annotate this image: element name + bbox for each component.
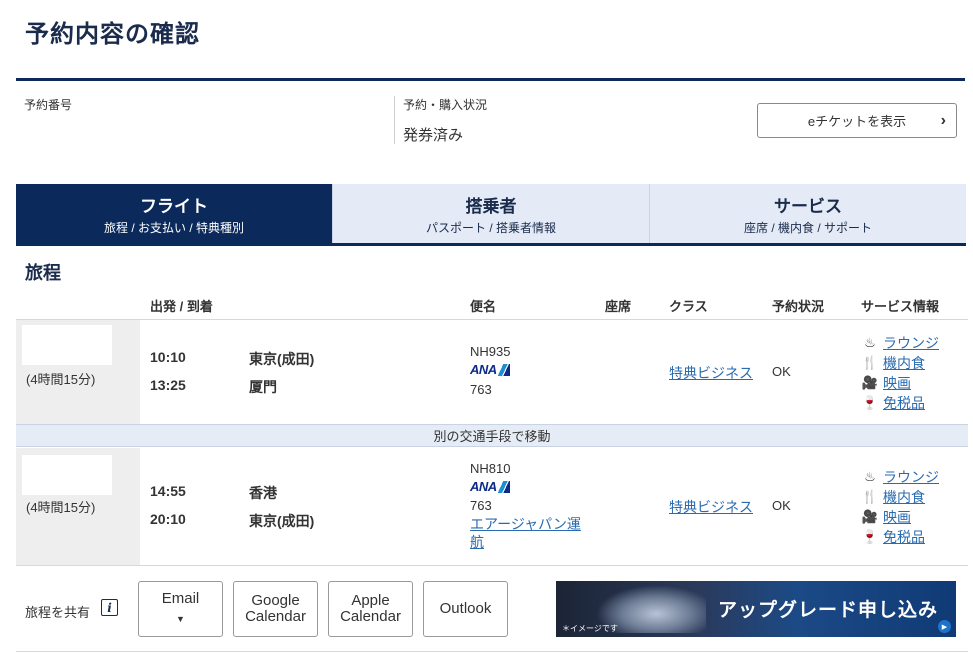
itinerary-title: 旅程: [25, 263, 61, 283]
col-flight: 便名: [470, 299, 497, 314]
movie-icon: 🎥: [861, 509, 879, 524]
segment-1-lounge-link[interactable]: ♨ ラウンジ: [861, 333, 939, 353]
purchase-status-label: 予約・購入状況: [403, 98, 488, 112]
meal-icon: 🍴: [861, 355, 879, 370]
segment-2-status: OK: [772, 498, 791, 513]
tab-service[interactable]: サービス 座席 / 機内食 / サポート: [650, 184, 966, 244]
meal-label: 機内食: [883, 355, 925, 371]
segment-1-duration: (4時間15分): [26, 372, 96, 387]
segment-2-arr-city: 東京(成田): [249, 513, 315, 529]
segment-1-dutyfree-link[interactable]: 🍷 免税品: [861, 393, 925, 413]
transfer-note: 別の交通手段で移動: [16, 424, 968, 447]
header-divider: [394, 96, 395, 144]
tab-passenger-sub: パスポート / 搭乗者情報: [425, 221, 556, 235]
segment-2-fare-class-link[interactable]: 特典ビジネス: [669, 497, 753, 517]
table-bottom-divider: [16, 565, 968, 566]
outlook-label: Outlook: [439, 600, 492, 617]
outlook-button[interactable]: Outlook: [423, 581, 508, 637]
email-share-button[interactable]: Email ▼: [138, 581, 223, 637]
meal-label: 機内食: [883, 489, 925, 505]
tab-service-sub: 座席 / 機内食 / サポート: [743, 221, 872, 235]
segment-2-flight-number: NH810: [470, 461, 511, 476]
page-title: 予約内容の確認: [25, 21, 200, 48]
tab-flight[interactable]: フライト 旅程 / お支払い / 特典種別: [16, 184, 333, 244]
segment-1-date-box: [22, 325, 112, 365]
segment-1-ana-logo: ANA: [470, 362, 510, 377]
col-seat: 座席: [605, 299, 632, 314]
apple-calendar-button[interactable]: Apple Calendar: [328, 581, 413, 637]
col-class: クラス: [669, 299, 708, 314]
reservation-tabs: フライト 旅程 / お支払い / 特典種別 搭乗者 パスポート / 搭乗者情報 …: [16, 184, 966, 244]
dutyfree-icon: 🍷: [861, 529, 879, 544]
banner-title: アップグレード申し込み: [718, 599, 939, 621]
segment-1-fare-class-link[interactable]: 特典ビジネス: [669, 363, 753, 383]
movie-label: 映画: [883, 375, 911, 391]
banner-note: ＊イメージです: [562, 624, 618, 633]
segment-2-dutyfree-link[interactable]: 🍷 免税品: [861, 527, 925, 547]
chevron-right-icon: ›: [940, 112, 946, 129]
segment-1-status: OK: [772, 364, 791, 379]
col-dep-arr: 出発 / 到着: [150, 299, 213, 314]
email-label: Email: [161, 590, 200, 607]
segment-1-meal-link[interactable]: 🍴 機内食: [861, 353, 925, 373]
lounge-icon: ♨: [864, 469, 876, 484]
tab-passenger-label: 搭乗者: [465, 197, 517, 216]
meal-icon: 🍴: [861, 489, 879, 504]
segment-1-flight-number: NH935: [470, 344, 511, 359]
segment-2-lounge-link[interactable]: ♨ ラウンジ: [861, 467, 939, 487]
ana-logo-stripe-icon: [497, 480, 510, 493]
info-icon[interactable]: i: [101, 599, 118, 616]
caret-down-icon: ▼: [176, 614, 185, 624]
upgrade-banner[interactable]: アップグレード申し込み ＊イメージです ▶: [556, 581, 956, 637]
segment-2-movie-link[interactable]: 🎥 映画: [861, 507, 911, 527]
dutyfree-label: 免税品: [883, 395, 925, 411]
google-label-1: Google: [251, 592, 300, 609]
google-calendar-button[interactable]: Google Calendar: [233, 581, 318, 637]
segment-1-arr-city: 厦門: [249, 379, 277, 395]
google-label-2: Calendar: [245, 608, 306, 625]
share-itinerary-label: 旅程を共有: [25, 605, 91, 620]
lounge-label: ラウンジ: [883, 469, 939, 485]
apple-label-2: Calendar: [340, 608, 401, 625]
segment-2-date-box: [22, 455, 112, 495]
segment-1-aircraft: 763: [470, 382, 492, 397]
dutyfree-icon: 🍷: [861, 395, 879, 410]
segment-2-aircraft: 763: [470, 498, 492, 513]
movie-icon: 🎥: [861, 375, 879, 390]
show-eticket-label: eチケットを表示: [807, 114, 907, 129]
segment-2-operator-link[interactable]: エアージャパン運航: [470, 515, 590, 551]
segment-2-ana-logo: ANA: [470, 479, 510, 494]
segment-1-movie-link[interactable]: 🎥 映画: [861, 373, 911, 393]
segment-2-duration: (4時間15分): [26, 500, 96, 515]
reservation-number-label: 予約番号: [24, 98, 73, 112]
col-status: 予約状況: [772, 299, 825, 314]
tab-service-label: サービス: [774, 197, 842, 216]
segment-2-dep-city: 香港: [249, 485, 277, 501]
segment-1-dep-time: 10:10: [150, 349, 186, 365]
bottom-divider: [16, 651, 968, 652]
lounge-label: ラウンジ: [883, 335, 939, 351]
play-arrow-icon: ▶: [938, 620, 951, 633]
tab-divider: [16, 243, 966, 246]
col-service: サービス情報: [861, 299, 940, 314]
segment-2-dep-time: 14:55: [150, 483, 186, 499]
apple-label-1: Apple: [351, 592, 390, 609]
lounge-icon: ♨: [864, 335, 876, 350]
segment-2-arr-time: 20:10: [150, 511, 186, 527]
table-header-divider: [16, 319, 968, 320]
tab-flight-label: フライト: [140, 197, 208, 216]
movie-label: 映画: [883, 509, 911, 525]
ana-logo-text: ANA: [470, 479, 497, 494]
title-divider: [16, 78, 965, 81]
show-eticket-button[interactable]: eチケットを表示 ›: [757, 103, 957, 138]
dutyfree-label: 免税品: [883, 529, 925, 545]
ana-logo-stripe-icon: [497, 363, 510, 376]
segment-1-arr-time: 13:25: [150, 377, 186, 393]
ana-logo-text: ANA: [470, 362, 497, 377]
tab-flight-sub: 旅程 / お支払い / 特典種別: [103, 221, 244, 235]
purchase-status-value: 発券済み: [403, 127, 464, 144]
segment-1-dep-city: 東京(成田): [249, 351, 315, 367]
tab-passenger[interactable]: 搭乗者 パスポート / 搭乗者情報: [333, 184, 650, 244]
segment-2-meal-link[interactable]: 🍴 機内食: [861, 487, 925, 507]
